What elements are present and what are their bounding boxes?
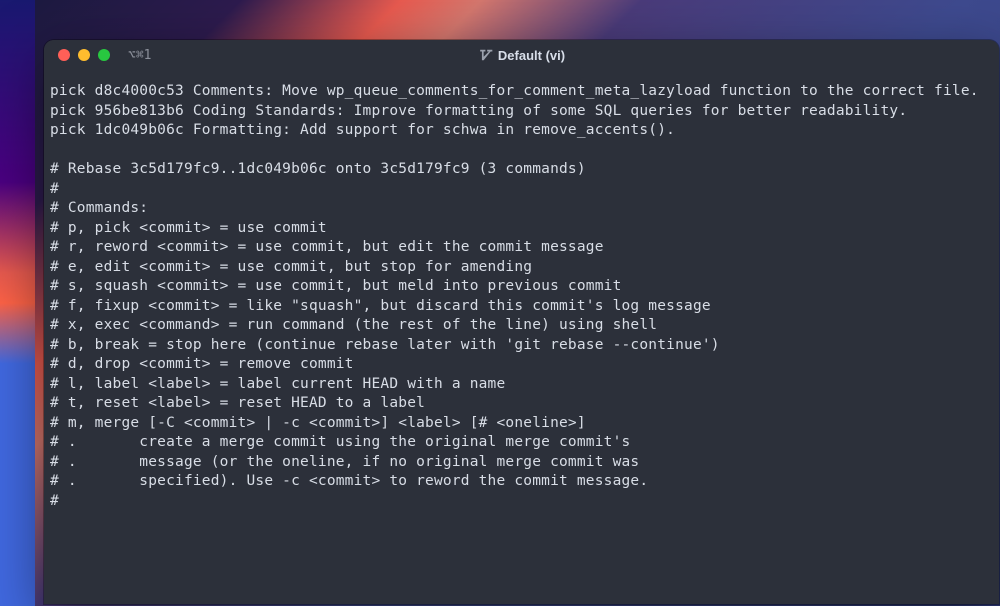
vim-icon [478, 48, 492, 62]
terminal-line: # b, break = stop here (continue rebase … [50, 336, 993, 356]
terminal-line: # f, fixup <commit> = like "squash", but… [50, 297, 993, 317]
terminal-window: ⌥⌘1 Default (vi) pick d8c4000c53 Comment… [44, 40, 999, 604]
terminal-line: # . specified). Use -c <commit> to rewor… [50, 472, 993, 492]
terminal-line: # s, squash <commit> = use commit, but m… [50, 277, 993, 297]
terminal-line: # t, reset <label> = reset HEAD to a lab… [50, 394, 993, 414]
terminal-line: # e, edit <commit> = use commit, but sto… [50, 258, 993, 278]
terminal-line: # l, label <label> = label current HEAD … [50, 375, 993, 395]
window-title-text: Default (vi) [498, 48, 565, 63]
terminal-line: # r, reword <commit> = use commit, but e… [50, 238, 993, 258]
terminal-line [50, 141, 993, 161]
terminal-line: # p, pick <commit> = use commit [50, 219, 993, 239]
terminal-line: # . message (or the oneline, if no origi… [50, 453, 993, 473]
maximize-button[interactable] [98, 49, 110, 61]
terminal-line: # Commands: [50, 199, 993, 219]
terminal-content[interactable]: pick d8c4000c53 Comments: Move wp_queue_… [44, 70, 999, 517]
terminal-line: # Rebase 3c5d179fc9..1dc049b06c onto 3c5… [50, 160, 993, 180]
terminal-line: # . create a merge commit using the orig… [50, 433, 993, 453]
window-title: Default (vi) [478, 48, 565, 63]
terminal-line: # d, drop <commit> = remove commit [50, 355, 993, 375]
terminal-line: # x, exec <command> = run command (the r… [50, 316, 993, 336]
window-titlebar[interactable]: ⌥⌘1 Default (vi) [44, 40, 999, 70]
terminal-line: # [50, 180, 993, 200]
traffic-lights [58, 49, 110, 61]
tab-indicator: ⌥⌘1 [128, 48, 151, 63]
terminal-line: pick d8c4000c53 Comments: Move wp_queue_… [50, 82, 993, 102]
terminal-line: # m, merge [-C <commit> | -c <commit>] <… [50, 414, 993, 434]
terminal-line: pick 956be813b6 Coding Standards: Improv… [50, 102, 993, 122]
minimize-button[interactable] [78, 49, 90, 61]
close-button[interactable] [58, 49, 70, 61]
terminal-line: # [50, 492, 993, 512]
terminal-line: pick 1dc049b06c Formatting: Add support … [50, 121, 993, 141]
